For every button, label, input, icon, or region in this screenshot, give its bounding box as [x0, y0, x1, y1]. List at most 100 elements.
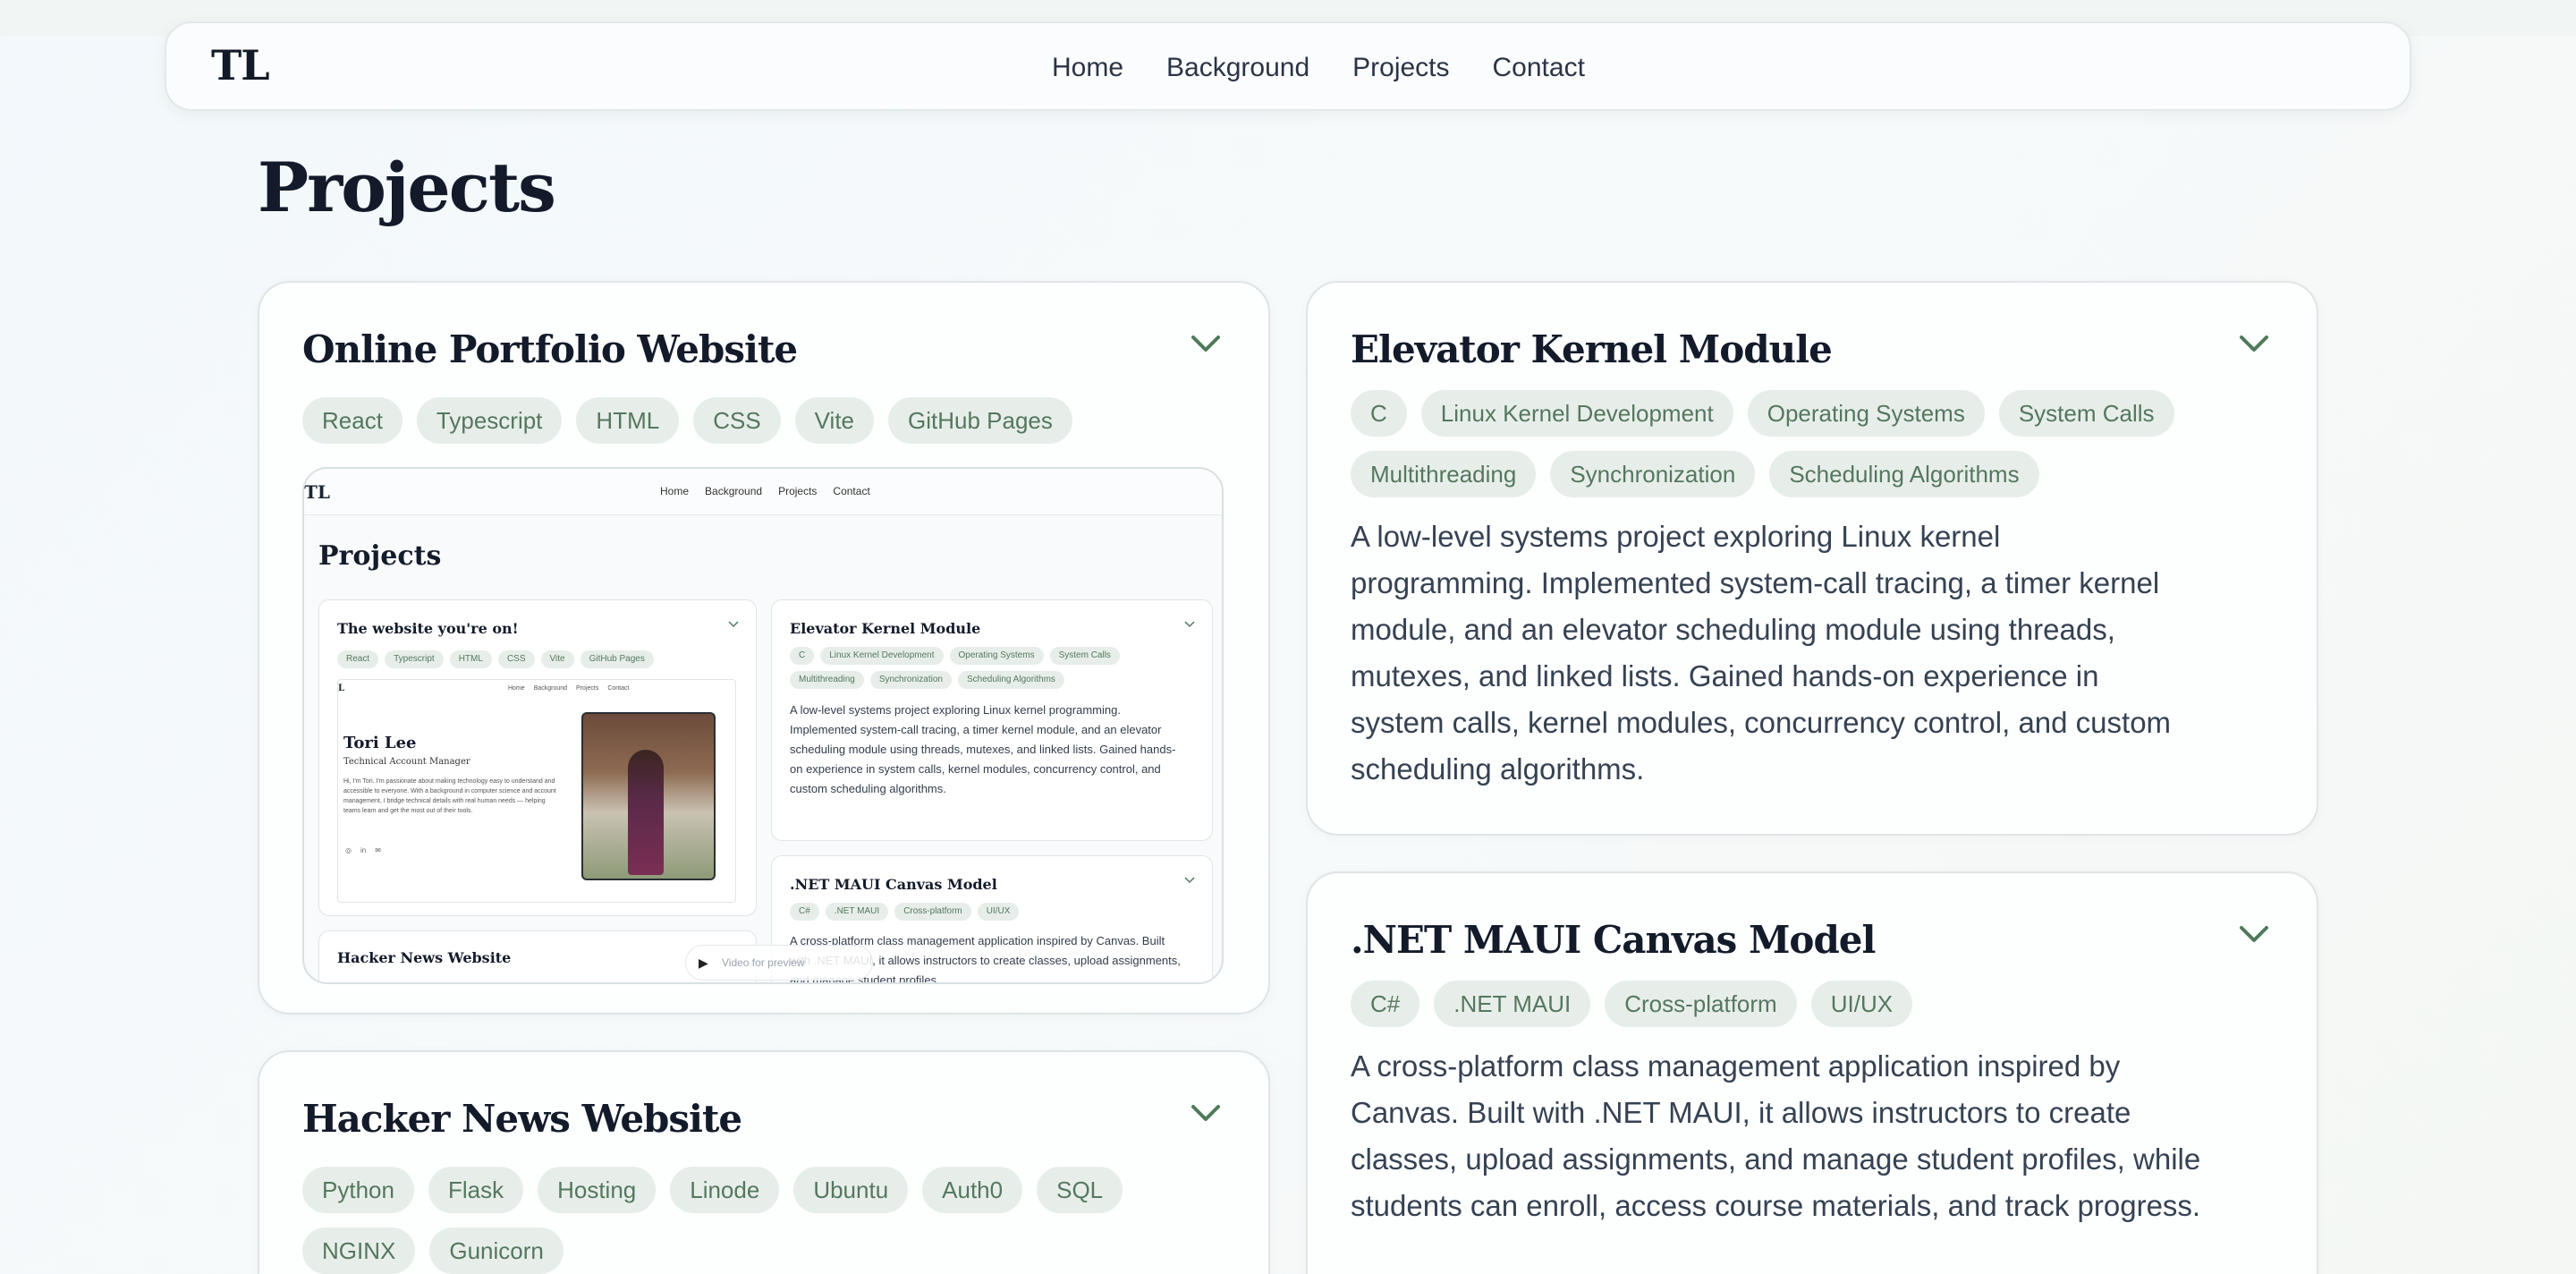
preview-profile-photo	[581, 712, 716, 880]
preview-tag: UI/UX	[977, 903, 1020, 921]
preview-card-title: Hacker News Website	[337, 949, 512, 966]
preview-logo: TL	[304, 481, 330, 503]
preview-card-title: Elevator Kernel Module	[790, 620, 981, 637]
project-card-portfolio: Online Portfolio Website React Typescrip…	[258, 281, 1270, 1015]
preview-tag: System Calls	[1049, 647, 1120, 665]
preview-tag: Linux Kernel Development	[820, 647, 944, 665]
tag: UI/UX	[1810, 981, 1913, 1027]
tag: C	[1351, 390, 1407, 437]
tag: Ubuntu	[793, 1167, 909, 1213]
chevron-down-icon[interactable]	[2238, 333, 2270, 354]
preview-tag: Synchronization	[869, 671, 952, 689]
github-icon: ◎	[345, 846, 352, 854]
tag: SQL	[1037, 1167, 1123, 1213]
chevron-down-icon[interactable]	[1190, 1102, 1222, 1124]
chevron-down-icon[interactable]	[1190, 333, 1222, 354]
nav-home[interactable]: Home	[1052, 50, 1123, 86]
preview-tag: React	[337, 650, 379, 668]
tag: Cross-platform	[1605, 981, 1797, 1027]
preview-tag: HTML	[449, 650, 492, 668]
preview-card-elevator: Elevator Kernel Module C Linux Kernel De…	[771, 599, 1213, 841]
preview-tag: GitHub Pages	[580, 650, 654, 668]
preview-tag: C	[790, 647, 815, 665]
preview-nav-home: Home	[660, 485, 690, 497]
tag: Hosting	[538, 1167, 657, 1213]
chevron-down-icon[interactable]	[2238, 923, 2270, 945]
preview-tag: C#	[790, 903, 819, 921]
preview-navbar: TL Home Background Projects Contact	[304, 469, 1222, 515]
preview-card-description: A low-level systems project exploring Li…	[790, 703, 1176, 795]
preview-tag-list: C# .NET MAUI Cross-platform UI/UX	[790, 903, 1183, 927]
chevron-down-icon	[1184, 877, 1195, 884]
preview-person-blurb: Hi, I'm Tori. I'm passionate about makin…	[343, 778, 556, 814]
project-description: A low-level systems project exploring Li…	[1351, 520, 2172, 786]
project-title: .NET MAUI Canvas Model	[1351, 918, 1876, 962]
project-card-elevator: Elevator Kernel Module C Linux Kernel De…	[1306, 281, 2318, 836]
tag: HTML	[576, 397, 680, 444]
preview-card-website: The website you're on! React Typescript …	[318, 599, 757, 916]
nav-links: Home Background Projects Contact	[1052, 50, 1628, 86]
tag: GitHub Pages	[888, 397, 1072, 444]
video-preview-overlay[interactable]: ▶ Video for preview	[685, 945, 873, 981]
tag: Linux Kernel Development	[1420, 390, 1733, 437]
play-icon[interactable]: ▶	[699, 946, 708, 980]
preview-tag: Cross-platform	[894, 903, 971, 921]
preview-person-name: Tori Lee	[343, 734, 417, 752]
project-title: Hacker News Website	[302, 1097, 742, 1141]
tag: Python	[302, 1167, 414, 1213]
project-card-maui: .NET MAUI Canvas Model C# .NET MAUI Cros…	[1306, 871, 2318, 1274]
tag: React	[302, 397, 402, 444]
linkedin-icon: in	[360, 846, 367, 854]
tag: Flask	[428, 1167, 524, 1213]
tag: Auth0	[922, 1167, 1023, 1213]
preview-tag: Scheduling Algorithms	[957, 671, 1064, 689]
tag-list: React Typescript HTML CSS Vite GitHub Pa…	[302, 397, 1233, 458]
nav-contact[interactable]: Contact	[1493, 50, 1585, 86]
preview-inner-screenshot: L Home Background Projects Contact Tori …	[337, 679, 736, 903]
tag: Operating Systems	[1747, 390, 1985, 437]
tag-list: Python Flask Hosting Linode Ubuntu Auth0…	[302, 1167, 1233, 1274]
video-preview-label: Video for preview	[722, 956, 805, 969]
tag: Gunicorn	[429, 1227, 564, 1274]
nav-projects[interactable]: Projects	[1352, 50, 1449, 86]
tag: Scheduling Algorithms	[1769, 451, 2039, 497]
tag: Typescript	[416, 397, 563, 444]
preview-tag-list: C Linux Kernel Development Operating Sys…	[790, 647, 1183, 695]
navbar: TL Home Background Projects Contact	[165, 21, 2411, 111]
project-description: A cross-platform class management applic…	[1351, 1049, 2201, 1222]
tag: CSS	[693, 397, 781, 444]
tag: Vite	[794, 397, 875, 444]
nav-background[interactable]: Background	[1166, 50, 1309, 86]
preview-inner-logo: L	[338, 684, 345, 693]
tag: Synchronization	[1550, 451, 1756, 497]
preview-nav-contact: Contact	[833, 485, 870, 497]
preview-nav-background: Background	[705, 485, 763, 497]
tag: Multithreading	[1351, 451, 1537, 497]
chevron-down-icon	[1184, 621, 1195, 628]
preview-tag-list: React Typescript HTML CSS Vite GitHub Pa…	[337, 650, 731, 675]
website-preview[interactable]: TL Home Background Projects Contact Proj…	[302, 467, 1224, 984]
page-title: Projects	[258, 148, 556, 227]
preview-card-title: .NET MAUI Canvas Model	[790, 876, 997, 893]
project-title: Elevator Kernel Module	[1351, 327, 1833, 371]
tag: NGINX	[302, 1227, 416, 1274]
tag-list: C Linux Kernel Development Operating Sys…	[1351, 390, 2245, 512]
tag: Linode	[670, 1167, 780, 1213]
preview-inner-nav-projects: Projects	[576, 685, 599, 692]
chevron-down-icon	[728, 621, 739, 628]
project-card-hacker-news: Hacker News Website Python Flask Hosting…	[258, 1050, 1270, 1274]
preview-person-figure	[628, 750, 664, 875]
preview-tag: Typescript	[385, 650, 444, 668]
site-logo[interactable]: TL	[211, 41, 270, 89]
preview-inner-nav-home: Home	[508, 685, 525, 692]
preview-inner-nav-contact: Contact	[607, 685, 630, 692]
tag: System Calls	[1998, 390, 2174, 437]
tag: .NET MAUI	[1434, 981, 1591, 1027]
preview-tag: Multithreading	[790, 671, 864, 689]
preview-card-title: The website you're on!	[337, 620, 519, 637]
preview-social-icons: ◎ in ✉	[345, 846, 381, 854]
preview-tag: Operating Systems	[949, 647, 1044, 665]
preview-tag: CSS	[497, 650, 535, 668]
preview-inner-nav-background: Background	[533, 685, 568, 692]
tag: C#	[1351, 981, 1420, 1027]
